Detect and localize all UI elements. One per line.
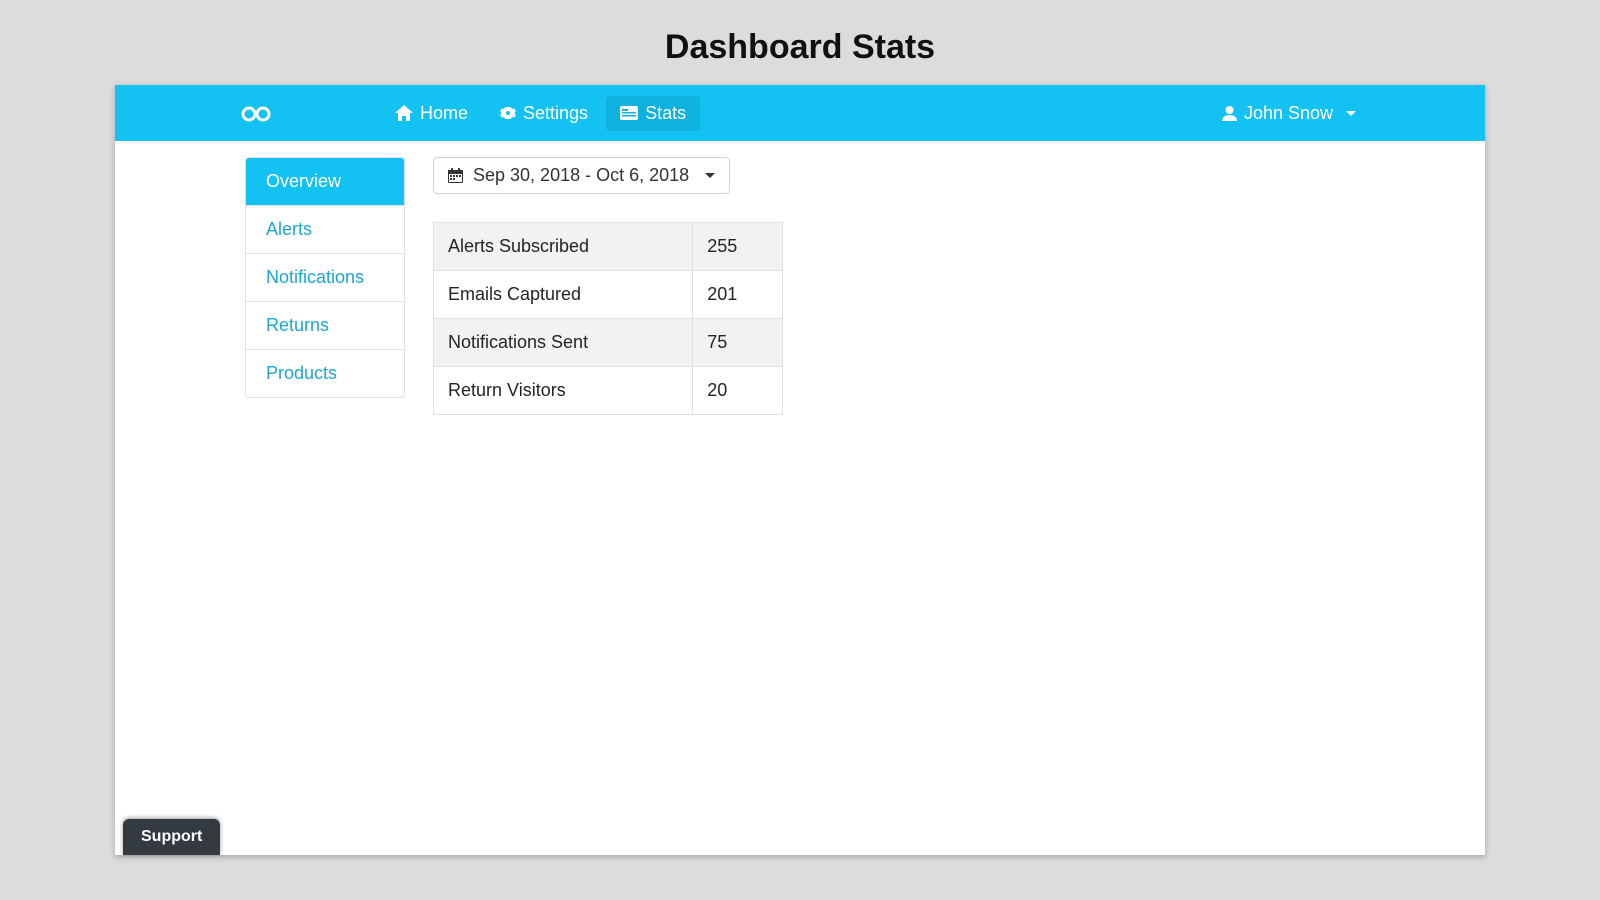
brand[interactable] (131, 104, 381, 122)
nav-user[interactable]: John Snow (1214, 97, 1364, 130)
stat-value: 255 (693, 223, 783, 271)
nav-link-label: Home (420, 103, 468, 124)
date-range-label: Sep 30, 2018 - Oct 6, 2018 (473, 165, 689, 186)
calendar-icon (448, 168, 463, 183)
chevron-down-icon (705, 173, 715, 178)
stat-label: Notifications Sent (434, 319, 693, 367)
page-title: Dashboard Stats (0, 0, 1600, 85)
home-icon (395, 105, 413, 121)
stats-table: Alerts Subscribed 255 Emails Captured 20… (433, 222, 783, 415)
stat-label: Alerts Subscribed (434, 223, 693, 271)
sidebar-item-returns[interactable]: Returns (246, 302, 404, 350)
nav-link-home[interactable]: Home (381, 96, 482, 131)
support-button[interactable]: Support (123, 819, 220, 855)
content: Overview Alerts Notifications Returns Pr… (115, 141, 1485, 415)
table-row: Return Visitors 20 (434, 367, 783, 415)
user-icon (1222, 105, 1237, 121)
sidebar-item-notifications[interactable]: Notifications (246, 254, 404, 302)
stat-value: 20 (693, 367, 783, 415)
navbar: Home Settings (115, 85, 1485, 141)
table-row: Emails Captured 201 (434, 271, 783, 319)
table-row: Notifications Sent 75 (434, 319, 783, 367)
glasses-icon (241, 104, 271, 122)
stat-label: Emails Captured (434, 271, 693, 319)
nav-link-stats[interactable]: Stats (606, 96, 700, 131)
card-icon (620, 106, 638, 120)
nav-link-label: Settings (523, 103, 588, 124)
stat-label: Return Visitors (434, 367, 693, 415)
nav-user-name: John Snow (1244, 103, 1333, 124)
date-range-picker[interactable]: Sep 30, 2018 - Oct 6, 2018 (433, 157, 730, 194)
table-row: Alerts Subscribed 255 (434, 223, 783, 271)
sidebar: Overview Alerts Notifications Returns Pr… (245, 157, 405, 398)
chevron-down-icon (1346, 111, 1356, 116)
nav-items: Home Settings (381, 96, 700, 131)
main: Sep 30, 2018 - Oct 6, 2018 Alerts Subscr… (433, 157, 1355, 415)
stat-value: 201 (693, 271, 783, 319)
nav-link-settings[interactable]: Settings (486, 96, 602, 131)
gear-icon (500, 105, 516, 121)
nav-link-label: Stats (645, 103, 686, 124)
sidebar-item-overview[interactable]: Overview (246, 158, 404, 206)
stat-value: 75 (693, 319, 783, 367)
app-card: Home Settings (115, 85, 1485, 855)
sidebar-item-alerts[interactable]: Alerts (246, 206, 404, 254)
sidebar-item-products[interactable]: Products (246, 350, 404, 397)
